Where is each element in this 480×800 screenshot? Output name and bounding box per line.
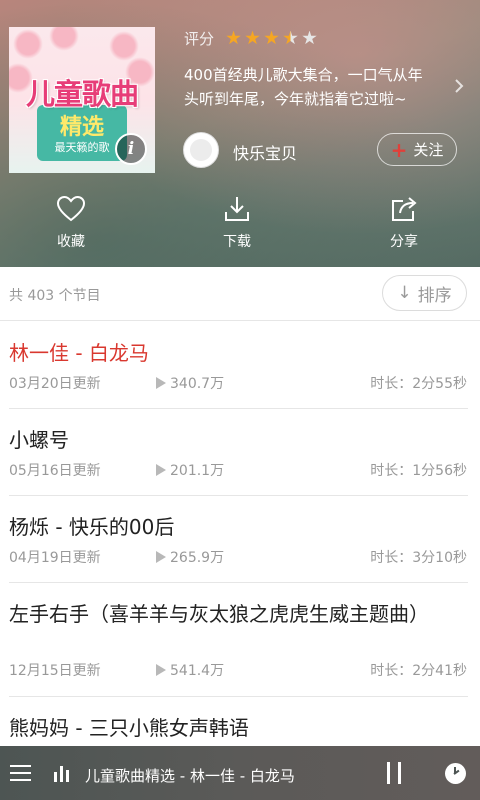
share-label: 分享 [390,234,418,250]
play-count: 265.9万 [170,550,225,566]
clock-icon[interactable] [445,763,466,784]
track-row[interactable]: 熊妈妈 - 三只小熊女声韩语 [0,697,480,746]
track-date: 04月19日更新 [9,550,101,566]
star-icon [283,30,298,45]
track-plays: 541.4万 [156,660,224,680]
download-button[interactable]: 下载 [202,195,272,251]
play-count: 201.1万 [170,463,225,479]
follow-button[interactable]: + 关注 [377,133,457,166]
track-row[interactable]: 杨烁 - 快乐的00后 04月19日更新 265.9万 时长：3分10秒 [0,496,480,583]
track-title: 杨烁 - 快乐的00后 [9,515,175,539]
download-label: 下载 [223,234,251,250]
chevron-right-icon[interactable] [452,76,466,96]
track-plays: 340.7万 [156,373,224,393]
track-row[interactable]: 小螺号 05月16日更新 201.1万 时长：1分56秒 [0,409,480,496]
rating-row: 评分 [184,28,317,48]
album-cover[interactable]: 儿童歌曲 精选 最天籁的歌 i [9,27,155,173]
list-toolbar: 共 403 个节目 ↓ 排序 [0,267,480,321]
track-duration: 时长：1分56秒 [370,463,467,479]
arrow-down-icon: ↓ [397,283,412,303]
track-duration: 时长：3分10秒 [370,550,467,566]
share-icon [392,197,417,221]
now-playing-title[interactable]: 儿童歌曲精选 - 林一佳 - 白龙马 [85,765,295,786]
track-title: 熊妈妈 - 三只小熊女声韩语 [9,716,249,740]
track-plays: 201.1万 [156,460,224,480]
favorite-label: 收藏 [57,234,85,250]
sort-label: 排序 [417,285,452,306]
album-header: 儿童歌曲 精选 最天籁的歌 i 评分 400首经典儿歌大集合，一口气从年 头听到… [0,0,480,267]
avatar-placeholder [190,139,212,161]
track-duration: 时长：2分55秒 [370,376,467,392]
play-count-icon [156,551,166,563]
blossom-decoration [13,29,43,59]
play-count-icon [156,664,166,676]
blossom-decoration [109,31,139,61]
blossom-decoration [49,27,79,51]
info-icon[interactable]: i [115,133,147,165]
mini-player[interactable]: 儿童歌曲精选 - 林一佳 - 白龙马 [0,746,480,800]
heart-icon [56,195,86,222]
favorite-button[interactable]: 收藏 [36,195,106,251]
author-name[interactable]: 快乐宝贝 [233,140,297,164]
plus-icon: + [390,137,408,162]
track-date: 05月16日更新 [9,463,101,479]
star-icon [302,30,317,45]
track-title: 小螺号 [9,428,69,452]
track-row[interactable]: 林一佳 - 白龙马 03月20日更新 340.7万 时长：2分55秒 [0,322,480,409]
episode-count: 共 403 个节目 [9,288,101,304]
track-title: 林一佳 - 白龙马 [9,341,149,365]
equalizer-icon [54,766,70,782]
rating-label: 评分 [184,29,215,48]
share-button[interactable]: 分享 [369,195,439,251]
track-plays: 265.9万 [156,547,224,567]
track-title: 左手右手（喜羊羊与灰太狼之虎虎生威主题曲） [9,602,429,626]
author-avatar[interactable] [183,132,219,168]
cover-title: 儿童歌曲 [25,77,139,111]
album-description[interactable]: 400首经典儿歌大集合，一口气从年 头听到年尾，今年就指着它过啦~ [184,63,446,111]
pause-icon[interactable] [387,762,401,784]
play-count: 340.7万 [170,376,225,392]
play-count: 541.4万 [170,663,225,679]
cover-subtitle: 精选 [59,115,104,140]
track-date: 12月15日更新 [9,663,101,679]
play-count-icon [156,464,166,476]
play-count-icon [156,377,166,389]
rating-stars [226,30,317,46]
download-icon [225,197,249,221]
star-icon [226,30,241,45]
menu-icon[interactable] [10,765,31,781]
cover-caption: 最天籁的歌 [54,141,110,154]
track-duration: 时长：2分41秒 [370,663,467,679]
star-icon [264,30,279,45]
sort-button[interactable]: ↓ 排序 [382,275,467,311]
track-date: 03月20日更新 [9,376,101,392]
follow-label: 关注 [413,141,444,159]
star-icon [245,30,260,45]
description-line: 头听到年尾，今年就指着它过啦~ [184,90,407,108]
description-line: 400首经典儿歌大集合，一口气从年 [184,66,423,84]
track-row[interactable]: 左手右手（喜羊羊与灰太狼之虎虎生威主题曲） 12月15日更新 541.4万 时长… [0,583,480,697]
